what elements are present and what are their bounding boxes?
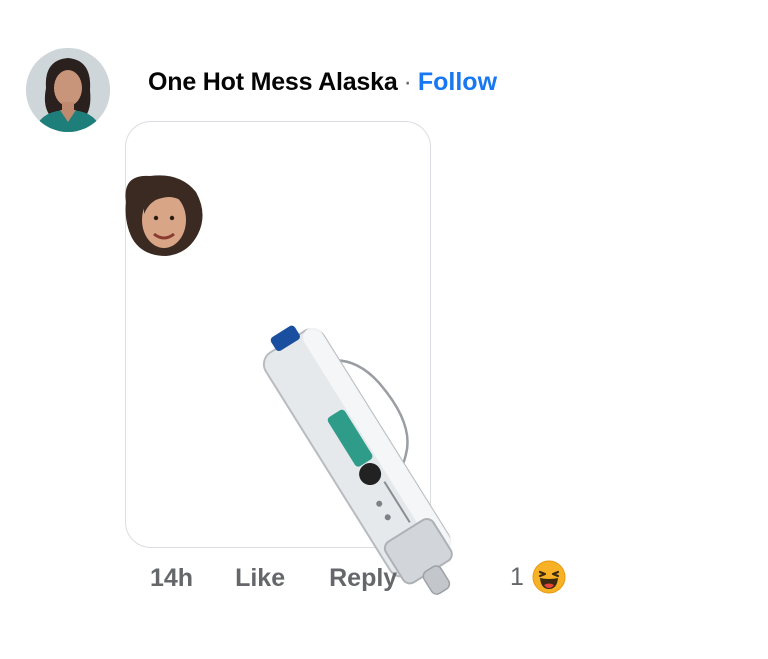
comment-actions: 14h Like Reply	[150, 560, 397, 596]
reaction-summary[interactable]: 1	[510, 558, 566, 596]
separator-dot: ·	[403, 67, 412, 96]
author-avatar[interactable]	[26, 48, 110, 132]
avatar-photo	[26, 48, 110, 132]
timestamp[interactable]: 14h	[150, 564, 193, 593]
attachment-image	[125, 175, 453, 595]
like-button[interactable]: Like	[235, 564, 285, 593]
reply-button[interactable]: Reply	[329, 564, 397, 593]
reaction-count: 1	[510, 562, 524, 591]
follow-button[interactable]: Follow	[418, 68, 497, 97]
face-cutout	[125, 175, 203, 256]
author-name[interactable]: One Hot Mess Alaska	[148, 68, 398, 97]
comment-header: One Hot Mess Alaska · Follow	[148, 64, 497, 100]
image-attachment[interactable]	[125, 121, 453, 595]
haha-emoji-icon	[532, 560, 566, 594]
